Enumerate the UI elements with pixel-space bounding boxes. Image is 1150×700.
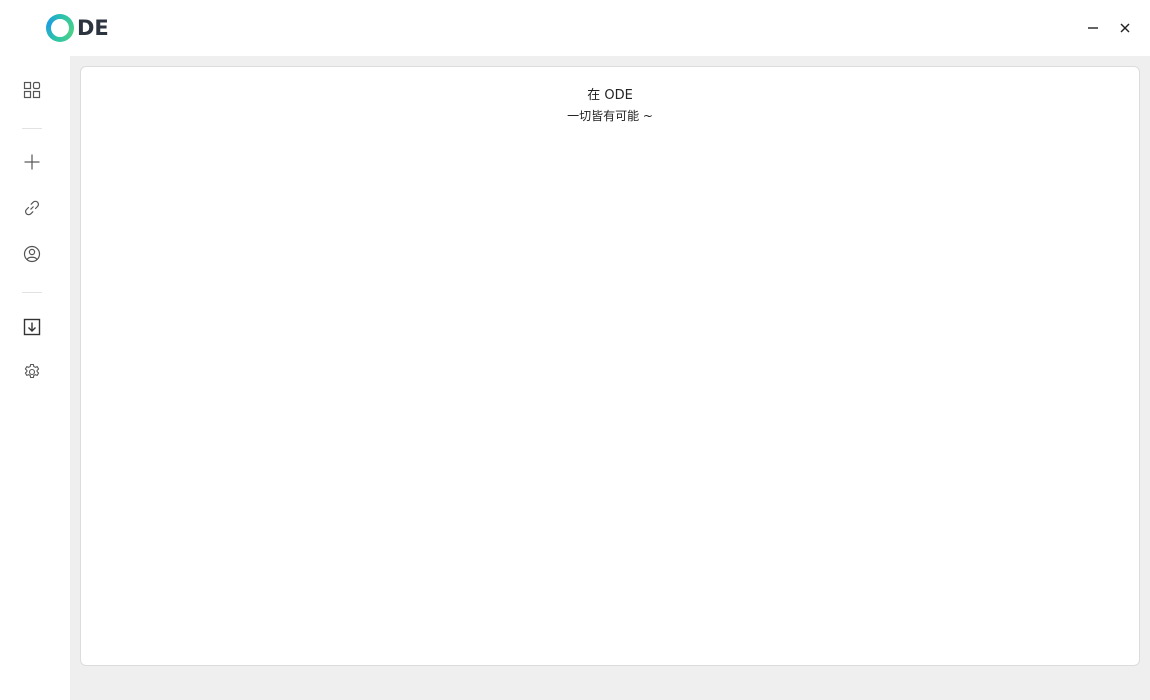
- minimize-button[interactable]: [1082, 16, 1104, 40]
- minimize-icon: [1088, 27, 1098, 29]
- sidebar-item-add[interactable]: [19, 149, 45, 175]
- download-icon: [23, 318, 41, 336]
- grid-icon: [23, 81, 41, 99]
- link-icon: [25, 200, 39, 216]
- logo-text: DE: [77, 16, 109, 40]
- close-button[interactable]: [1114, 16, 1136, 40]
- sidebar-item-apps[interactable]: [19, 77, 45, 103]
- welcome-line-2: 一切皆有可能 ~: [567, 109, 653, 123]
- sidebar-item-link[interactable]: [19, 195, 45, 221]
- sidebar-item-account[interactable]: [19, 241, 45, 267]
- app-window: DE 在 ODE 一切皆有可能 ~: [0, 0, 1150, 700]
- sidebar-item-download[interactable]: [19, 314, 45, 340]
- sidebar: [0, 56, 70, 700]
- sidebar-divider: [22, 292, 42, 293]
- sidebar-item-settings[interactable]: [19, 359, 45, 385]
- welcome-line-1: 在 ODE: [587, 88, 633, 103]
- welcome-message: 在 ODE 一切皆有可能 ~: [81, 85, 1139, 127]
- user-circle-icon: [23, 245, 41, 263]
- main-area: 在 ODE 一切皆有可能 ~: [70, 56, 1150, 700]
- content-panel: 在 ODE 一切皆有可能 ~: [80, 66, 1140, 666]
- sidebar-divider: [22, 128, 42, 129]
- plus-icon: [24, 154, 40, 170]
- close-icon: [1120, 23, 1130, 33]
- gear-icon: [24, 363, 40, 379]
- logo-ring-icon: [46, 14, 74, 42]
- app-logo: DE: [46, 13, 109, 43]
- window-controls: [1082, 16, 1136, 40]
- title-bar: DE: [0, 0, 1150, 56]
